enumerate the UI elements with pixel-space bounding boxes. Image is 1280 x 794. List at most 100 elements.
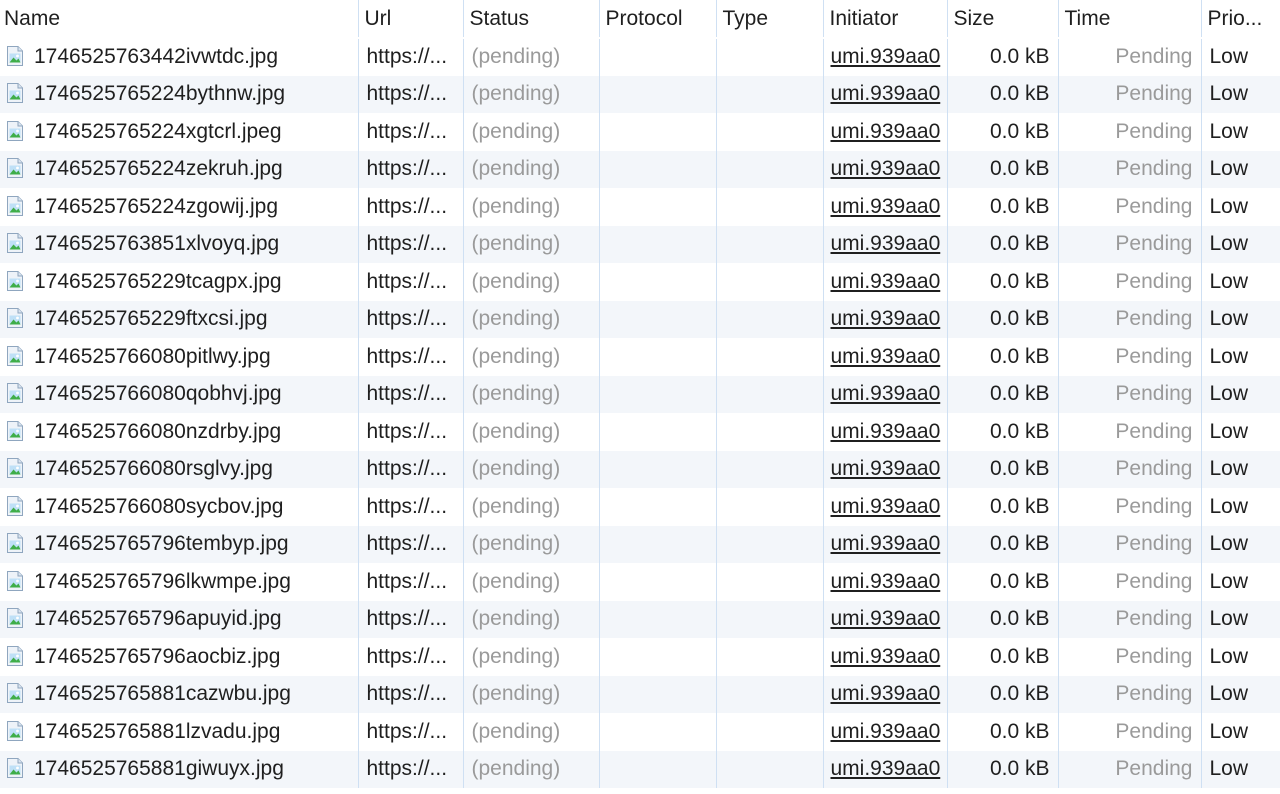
request-priority: Low	[1201, 338, 1280, 376]
request-name-cell[interactable]: 1746525765796lkwmpe.jpg	[0, 563, 359, 601]
request-row[interactable]: 1746525766080pitlwy.jpg https://... (pen…	[0, 338, 1280, 376]
request-name-cell[interactable]: 1746525766080pitlwy.jpg	[0, 338, 359, 376]
request-name-cell[interactable]: 1746525765224zgowij.jpg	[0, 188, 359, 226]
request-row[interactable]: 1746525766080qobhvj.jpg https://... (pen…	[0, 375, 1280, 413]
request-row[interactable]: 1746525765881lzvadu.jpg https://... (pen…	[0, 713, 1280, 751]
image-file-icon	[6, 720, 24, 741]
request-priority: Low	[1201, 113, 1280, 151]
request-size: 0.0 kB	[947, 188, 1059, 226]
request-name-cell[interactable]: 1746525765229ftxcsi.jpg	[0, 300, 359, 338]
request-row[interactable]: 1746525765224zekruh.jpg https://... (pen…	[0, 150, 1280, 188]
column-header-name[interactable]: Name	[0, 0, 359, 39]
request-row[interactable]: 1746525765796apuyid.jpg https://... (pen…	[0, 600, 1280, 638]
image-file-icon	[6, 683, 24, 704]
request-name-cell[interactable]: 1746525765881giwuyx.jpg	[0, 750, 359, 788]
request-row[interactable]: 1746525765796aocbiz.jpg https://... (pen…	[0, 638, 1280, 676]
request-status: (pending)	[463, 750, 600, 788]
request-row[interactable]: 1746525765229ftxcsi.jpg https://... (pen…	[0, 300, 1280, 338]
request-row[interactable]: 1746525765881cazwbu.jpg https://... (pen…	[0, 675, 1280, 713]
request-initiator-link[interactable]: umi.939aa0	[831, 195, 941, 218]
request-initiator-link[interactable]: umi.939aa0	[831, 120, 941, 143]
request-initiator-link[interactable]: umi.939aa0	[831, 757, 941, 780]
request-name-cell[interactable]: 1746525765224bythnw.jpg	[0, 75, 359, 113]
column-header-size[interactable]: Size	[947, 0, 1059, 39]
request-initiator-link[interactable]: umi.939aa0	[831, 232, 941, 255]
request-initiator-link[interactable]: umi.939aa0	[831, 645, 941, 668]
request-row[interactable]: 1746525766080nzdrby.jpg https://... (pen…	[0, 413, 1280, 451]
request-name-cell[interactable]: 1746525766080qobhvj.jpg	[0, 375, 359, 413]
request-name-cell[interactable]: 1746525766080rsglvy.jpg	[0, 450, 359, 488]
request-size: 0.0 kB	[947, 300, 1059, 338]
request-type	[716, 375, 824, 413]
request-name-cell[interactable]: 1746525765881cazwbu.jpg	[0, 675, 359, 713]
request-type	[716, 713, 824, 751]
request-initiator-link[interactable]: umi.939aa0	[831, 607, 941, 630]
request-row[interactable]: 1746525765224xgtcrl.jpeg https://... (pe…	[0, 113, 1280, 151]
request-initiator-link[interactable]: umi.939aa0	[831, 157, 941, 180]
request-name: 1746525763851xlvoyq.jpg	[34, 232, 280, 256]
request-row[interactable]: 1746525765224bythnw.jpg https://... (pen…	[0, 75, 1280, 113]
request-priority: Low	[1201, 525, 1280, 563]
request-initiator-link[interactable]: umi.939aa0	[831, 270, 941, 293]
request-type	[716, 113, 824, 151]
request-initiator-link[interactable]: umi.939aa0	[831, 570, 941, 593]
request-initiator-link[interactable]: umi.939aa0	[831, 382, 941, 405]
request-initiator-cell: umi.939aa0	[823, 225, 948, 263]
image-file-icon	[6, 195, 24, 216]
request-row[interactable]: 1746525765796tembyp.jpg https://... (pen…	[0, 525, 1280, 563]
request-name-cell[interactable]: 1746525766080nzdrby.jpg	[0, 413, 359, 451]
request-name-cell[interactable]: 1746525765881lzvadu.jpg	[0, 713, 359, 751]
request-name-cell[interactable]: 1746525765224zekruh.jpg	[0, 150, 359, 188]
request-initiator-link[interactable]: umi.939aa0	[831, 307, 941, 330]
request-row[interactable]: 1746525765224zgowij.jpg https://... (pen…	[0, 188, 1280, 226]
request-row[interactable]: 1746525765881giwuyx.jpg https://... (pen…	[0, 750, 1280, 788]
request-initiator-link[interactable]: umi.939aa0	[831, 720, 941, 743]
image-file-icon	[6, 495, 24, 516]
request-type	[716, 563, 824, 601]
request-time: Pending	[1058, 750, 1202, 788]
column-header-status[interactable]: Status	[463, 0, 600, 39]
request-row[interactable]: 1746525763442ivwtdc.jpg https://... (pen…	[0, 37, 1280, 76]
request-initiator-link[interactable]: umi.939aa0	[831, 682, 941, 705]
request-name-cell[interactable]: 1746525765796aocbiz.jpg	[0, 638, 359, 676]
request-initiator-link[interactable]: umi.939aa0	[831, 457, 941, 480]
request-row[interactable]: 1746525765229tcagpx.jpg https://... (pen…	[0, 263, 1280, 301]
column-header-time[interactable]: Time	[1058, 0, 1202, 39]
request-initiator-link[interactable]: umi.939aa0	[831, 82, 941, 105]
request-row[interactable]: 1746525763851xlvoyq.jpg https://... (pen…	[0, 225, 1280, 263]
request-rows: 1746525763442ivwtdc.jpg https://... (pen…	[0, 37, 1280, 788]
image-file-icon	[6, 420, 24, 441]
request-initiator-cell: umi.939aa0	[823, 450, 948, 488]
image-file-icon	[6, 83, 24, 104]
column-header-initiator[interactable]: Initiator	[823, 0, 948, 39]
request-initiator-link[interactable]: umi.939aa0	[831, 495, 941, 518]
request-name-cell[interactable]: 1746525765796apuyid.jpg	[0, 600, 359, 638]
request-name-cell[interactable]: 1746525765796tembyp.jpg	[0, 525, 359, 563]
request-row[interactable]: 1746525766080sycbov.jpg https://... (pen…	[0, 488, 1280, 526]
column-header-url[interactable]: Url	[358, 0, 464, 39]
request-initiator-cell: umi.939aa0	[823, 488, 948, 526]
request-row[interactable]: 1746525766080rsglvy.jpg https://... (pen…	[0, 450, 1280, 488]
request-initiator-link[interactable]: umi.939aa0	[831, 345, 941, 368]
column-header-type[interactable]: Type	[716, 0, 824, 39]
request-initiator-link[interactable]: umi.939aa0	[831, 532, 941, 555]
request-name-cell[interactable]: 1746525763442ivwtdc.jpg	[0, 37, 359, 76]
request-priority: Low	[1201, 75, 1280, 113]
column-header-protocol[interactable]: Protocol	[599, 0, 717, 39]
network-request-table: Name Url Status Protocol Type Initiator …	[0, 0, 1280, 788]
request-name-cell[interactable]: 1746525765224xgtcrl.jpeg	[0, 113, 359, 151]
request-name-cell[interactable]: 1746525763851xlvoyq.jpg	[0, 225, 359, 263]
request-initiator-link[interactable]: umi.939aa0	[831, 45, 941, 68]
request-size: 0.0 kB	[947, 150, 1059, 188]
request-url: https://...	[358, 225, 464, 263]
request-initiator-cell: umi.939aa0	[823, 413, 948, 451]
request-initiator-link[interactable]: umi.939aa0	[831, 420, 941, 443]
network-request-panel: Name Url Status Protocol Type Initiator …	[0, 0, 1280, 794]
request-time: Pending	[1058, 450, 1202, 488]
request-name-cell[interactable]: 1746525766080sycbov.jpg	[0, 488, 359, 526]
request-name-cell[interactable]: 1746525765229tcagpx.jpg	[0, 263, 359, 301]
request-time: Pending	[1058, 113, 1202, 151]
request-protocol	[599, 488, 717, 526]
column-header-priority[interactable]: Prio...	[1201, 0, 1280, 39]
request-row[interactable]: 1746525765796lkwmpe.jpg https://... (pen…	[0, 563, 1280, 601]
